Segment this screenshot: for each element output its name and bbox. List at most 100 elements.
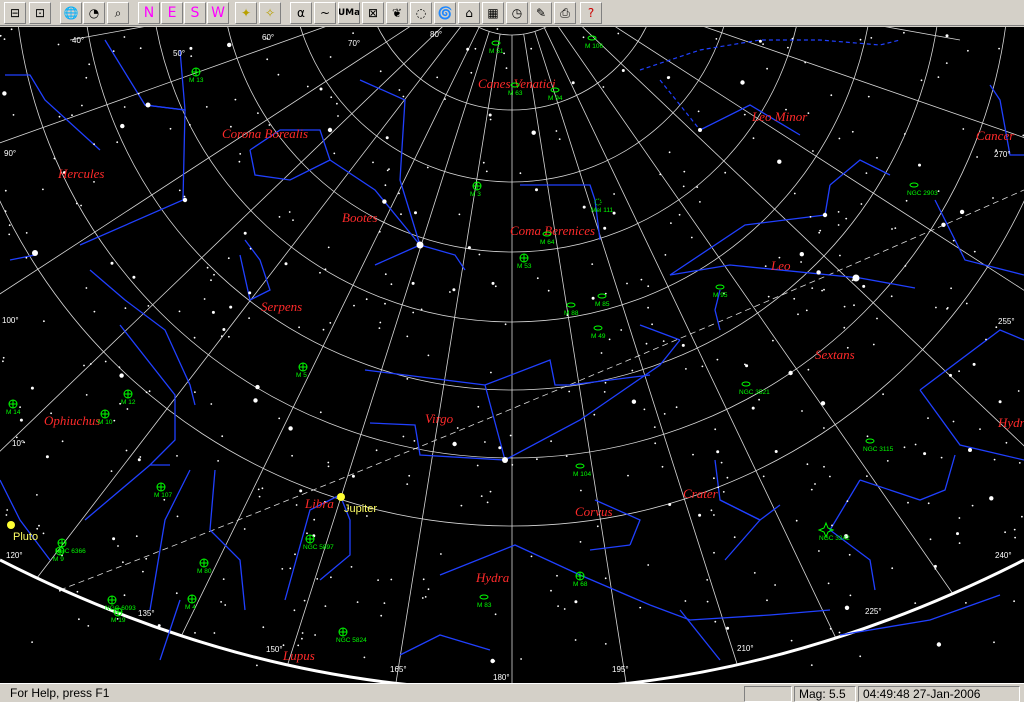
star <box>189 124 191 126</box>
grid-label: 135° <box>138 609 155 618</box>
deep-sky-label: M 104 <box>573 471 591 478</box>
west-button[interactable]: W <box>207 2 229 24</box>
star <box>860 203 863 205</box>
pencil-button[interactable]: ✎ <box>530 2 552 24</box>
star <box>444 98 446 100</box>
help-button[interactable]: ? <box>580 2 602 24</box>
star <box>329 322 332 324</box>
milkyway-button[interactable]: ❦ <box>386 2 408 24</box>
star <box>427 588 430 591</box>
star <box>148 390 151 393</box>
star <box>388 168 390 171</box>
stars-bright-button[interactable]: ✧ <box>259 2 281 24</box>
star <box>713 514 715 516</box>
grid-button[interactable]: ▦ <box>482 2 504 24</box>
star <box>604 643 607 645</box>
star <box>603 391 606 393</box>
star <box>383 602 386 604</box>
star <box>489 118 492 121</box>
star <box>266 58 269 61</box>
star <box>420 308 423 311</box>
star <box>675 406 678 409</box>
star <box>193 336 196 339</box>
star <box>93 181 95 183</box>
star <box>604 577 607 580</box>
star <box>228 335 230 338</box>
star <box>946 307 949 309</box>
boundaries-button[interactable]: ⊠ <box>362 2 384 24</box>
north-button[interactable]: N <box>138 2 160 24</box>
sky-chart[interactable]: 40° 50° 60° 70° 80° 90° 100° 10° 120° 135° 150° 165… <box>0 27 1024 683</box>
galaxy-icon <box>741 381 751 387</box>
zoom-out-button[interactable]: ⊟ <box>4 2 26 24</box>
star <box>112 537 116 541</box>
star <box>793 297 796 300</box>
star <box>766 599 768 602</box>
star <box>867 95 870 98</box>
sky-chart-canvas[interactable]: 40° 50° 60° 70° 80° 90° 100° 10° 120° 135° 150° 165… <box>0 27 1024 683</box>
star <box>289 567 292 570</box>
star <box>119 373 124 378</box>
constellation-line <box>719 499 762 561</box>
constellation-label: Cancer <box>976 128 1015 143</box>
star <box>631 369 634 372</box>
star <box>0 34 2 37</box>
const-names-button[interactable]: UMa <box>338 2 360 24</box>
stars-button[interactable]: ✦ <box>235 2 257 24</box>
star <box>278 216 281 218</box>
globe-button[interactable]: 🌐 <box>60 2 82 24</box>
grid-label: 255° <box>998 317 1015 326</box>
star <box>617 32 620 35</box>
compass-button[interactable]: ◔ <box>83 2 105 24</box>
star <box>713 551 715 554</box>
star <box>313 518 316 521</box>
star <box>733 536 736 539</box>
star <box>203 298 206 300</box>
star <box>805 309 808 312</box>
clock-button[interactable]: ◷ <box>506 2 528 24</box>
star <box>139 47 142 50</box>
star <box>936 642 942 647</box>
constellation-label: Hercules <box>57 166 104 181</box>
star <box>227 257 230 260</box>
star <box>211 310 215 314</box>
star <box>324 268 327 271</box>
star <box>3 38 6 40</box>
star <box>745 364 749 368</box>
find-button[interactable]: ⌕ <box>107 2 129 24</box>
south-button[interactable]: S <box>184 2 206 24</box>
constellation-line <box>679 609 721 661</box>
star <box>603 226 607 230</box>
print-button[interactable]: ⎙ <box>554 2 576 24</box>
star <box>123 106 126 108</box>
star <box>221 435 224 438</box>
lines-button[interactable]: ~ <box>314 2 336 24</box>
deep-sky-label: NGC 3115 <box>863 446 894 453</box>
star <box>2 356 5 359</box>
star <box>118 366 121 369</box>
horizon-button[interactable]: ⌂ <box>458 2 480 24</box>
star <box>859 38 862 41</box>
star <box>277 73 280 76</box>
greek-button[interactable]: α <box>290 2 312 24</box>
star <box>249 247 252 250</box>
ra-line <box>157 27 480 683</box>
galaxy-button[interactable]: 🌀 <box>434 2 456 24</box>
star <box>787 46 789 49</box>
star <box>4 189 7 192</box>
star <box>664 254 667 256</box>
star <box>952 420 955 423</box>
star <box>224 604 227 606</box>
ra-line <box>395 33 501 683</box>
nebula-button[interactable]: ◌ <box>410 2 432 24</box>
star <box>327 465 330 468</box>
star <box>57 43 60 46</box>
star <box>993 641 995 644</box>
star <box>914 443 917 446</box>
star <box>949 373 952 377</box>
star <box>85 394 88 396</box>
deep-sky-label: M 4 <box>185 604 196 611</box>
zoom-fit-button[interactable]: ⊡ <box>29 2 51 24</box>
star <box>25 232 28 234</box>
east-button[interactable]: E <box>161 2 183 24</box>
